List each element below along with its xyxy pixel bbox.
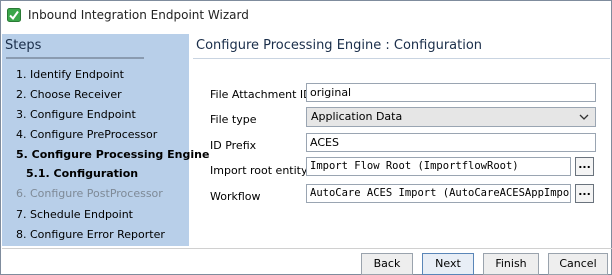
step-configuration: 5.1. Configuration: [26, 167, 139, 180]
import-root-entity-browse-button[interactable]: ...: [575, 157, 594, 176]
back-button[interactable]: Back: [361, 253, 413, 275]
step-choose-receiver: 2. Choose Receiver: [16, 88, 122, 101]
step-configure-preprocessor: 4. Configure PreProcessor: [16, 128, 158, 141]
step-configure-error-reporter: 8. Configure Error Reporter: [16, 228, 165, 241]
step-configure-endpoint: 3. Configure Endpoint: [16, 108, 136, 121]
window-title: Inbound Integration Endpoint Wizard: [28, 8, 249, 22]
step-identify-endpoint: 1. Identify Endpoint: [16, 68, 124, 81]
workflow-input[interactable]: AutoCare ACES Import (AutoCareACESAppImp…: [306, 184, 571, 203]
file-type-select[interactable]: Application Data: [306, 107, 596, 127]
wizard-window: Inbound Integration Endpoint Wizard Step…: [0, 0, 612, 275]
page-title: Configure Processing Engine : Configurat…: [196, 38, 483, 53]
finish-button[interactable]: Finish: [483, 253, 539, 275]
file-type-label: File type: [210, 113, 257, 126]
step-schedule-endpoint: 7. Schedule Endpoint: [16, 208, 133, 221]
id-prefix-label: ID Prefix: [210, 139, 257, 152]
workflow-label: Workflow: [210, 190, 261, 203]
step-configure-processing-engine: 5. Configure Processing Engine: [16, 148, 210, 161]
next-button[interactable]: Next: [422, 253, 474, 275]
heading-divider: [193, 58, 610, 59]
cancel-button[interactable]: Cancel: [548, 253, 608, 275]
file-attachment-id-label: File Attachment ID: [210, 88, 312, 101]
file-type-value: Application Data: [311, 110, 403, 123]
step-configure-postprocessor: 6. Configure PostProcessor: [16, 187, 163, 200]
steps-divider: [6, 57, 144, 59]
workflow-browse-button[interactable]: ...: [575, 184, 594, 203]
footer-divider: [2, 248, 612, 249]
id-prefix-input[interactable]: ACES: [306, 133, 596, 152]
import-root-entity-label: Import root entity: [210, 164, 308, 177]
file-attachment-id-input[interactable]: original: [306, 83, 596, 102]
chevron-down-icon: [579, 114, 589, 120]
import-root-entity-input[interactable]: Import Flow Root (ImportflowRoot): [306, 157, 571, 176]
steps-heading: Steps: [5, 38, 42, 53]
app-icon: [7, 8, 21, 22]
steps-sidebar: Steps 1. Identify Endpoint 2. Choose Rec…: [2, 34, 209, 246]
title-bar: Inbound Integration Endpoint Wizard: [1, 1, 611, 29]
